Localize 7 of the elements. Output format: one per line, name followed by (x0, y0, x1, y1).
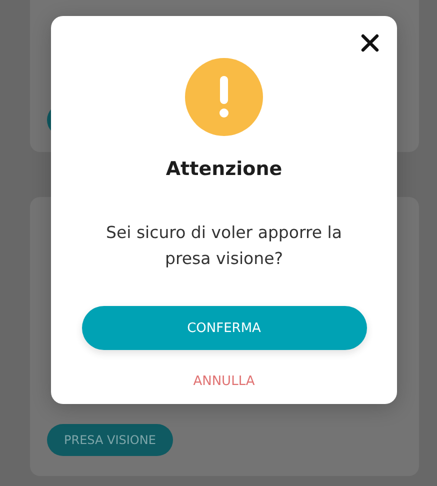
warning-icon (185, 58, 263, 136)
close-icon[interactable] (361, 34, 379, 52)
dialog-title: Attenzione (166, 158, 282, 180)
cancel-button[interactable]: ANNULLA (189, 372, 259, 391)
dialog-message: Sei sicuro di voler apporre la presa visione? (104, 222, 343, 270)
presa-visione-button[interactable]: PRESA VISIONE (47, 424, 173, 456)
confirm-button[interactable]: CONFERMA (82, 306, 366, 350)
